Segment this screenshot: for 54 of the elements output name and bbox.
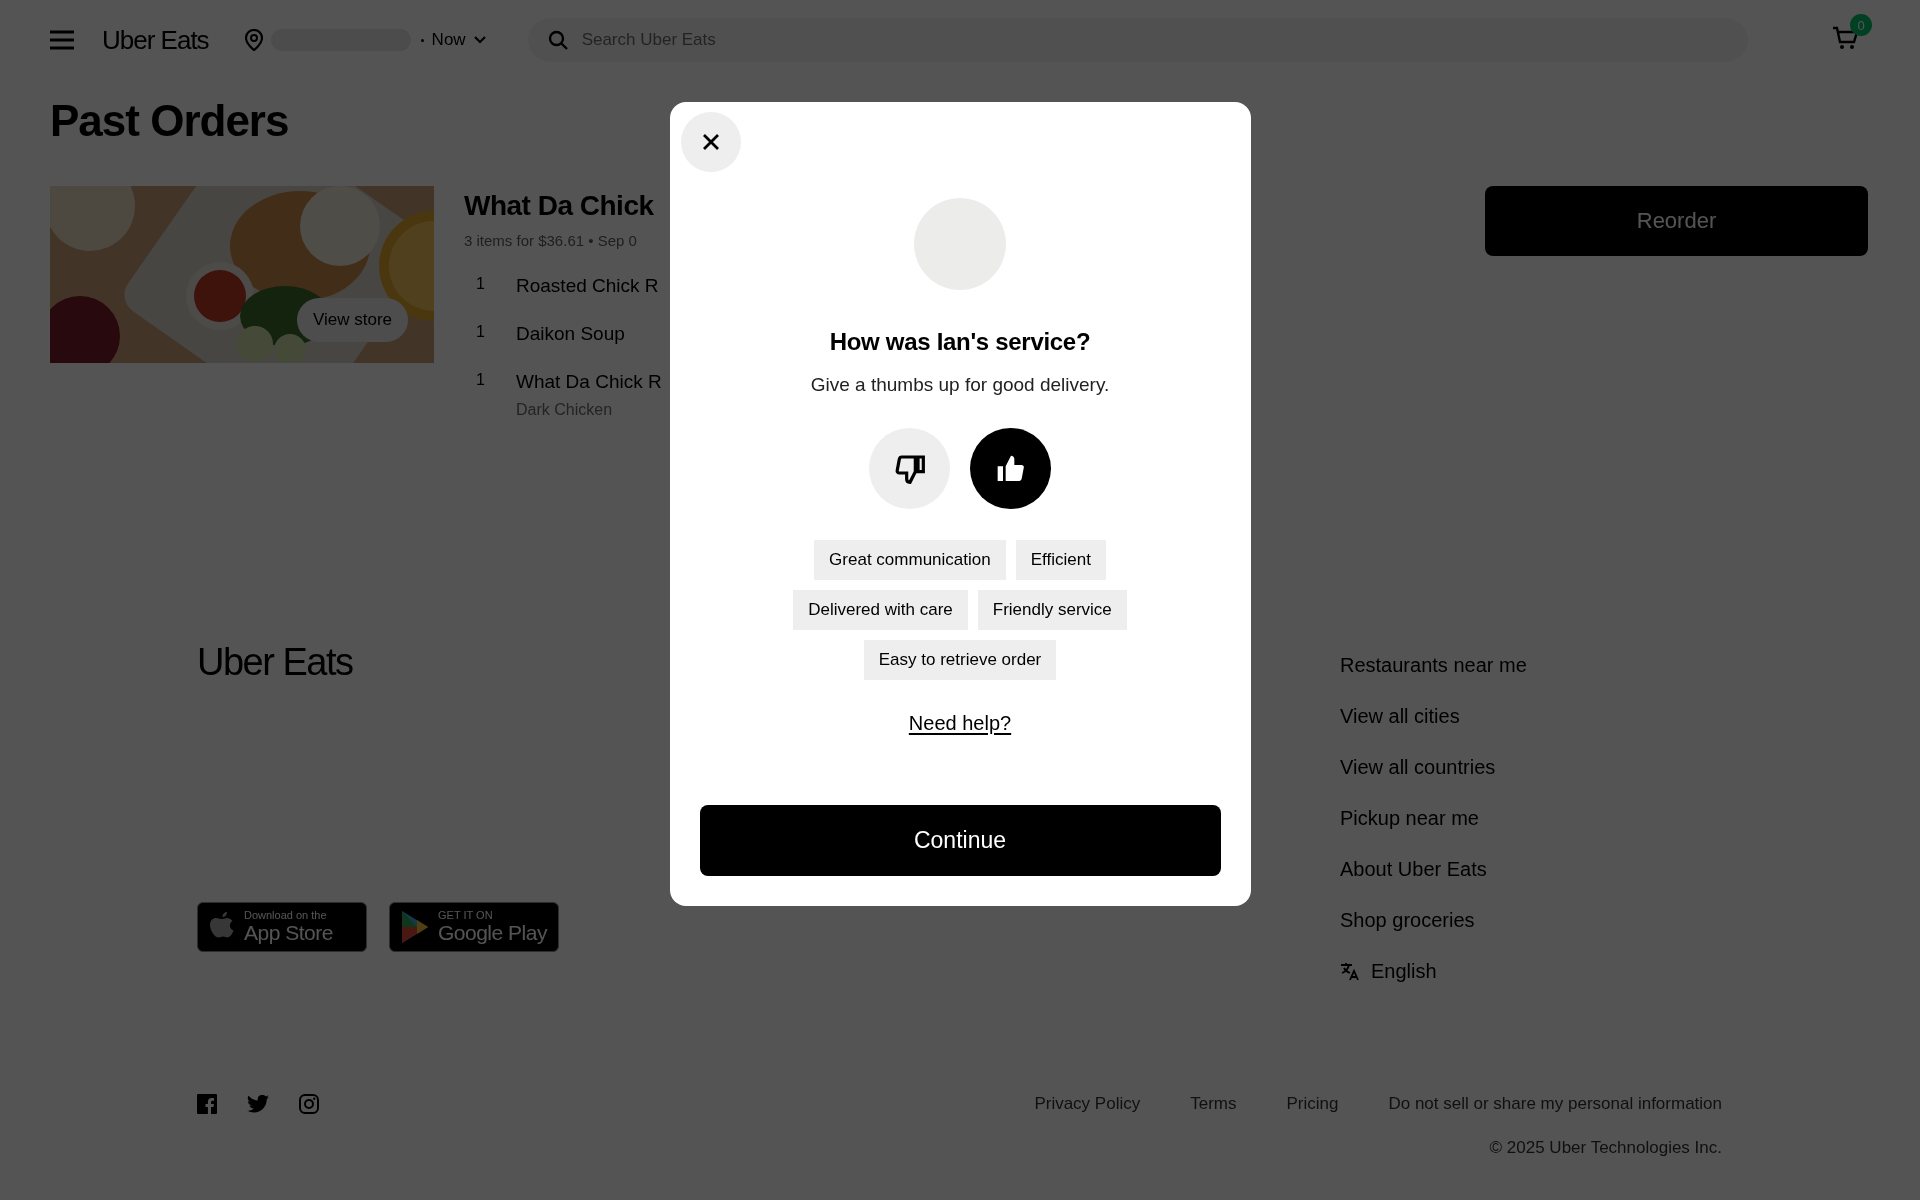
feedback-chip[interactable]: Easy to retrieve order	[863, 640, 1057, 680]
thumbs-down-icon	[893, 452, 926, 485]
search-icon	[547, 30, 568, 50]
footer-link[interactable]: Restaurants near me	[1340, 654, 1722, 676]
footer-link[interactable]: View all countries	[1340, 756, 1722, 778]
continue-button[interactable]: Continue	[699, 805, 1221, 876]
cart-icon[interactable]	[1832, 26, 1858, 50]
item-quantity: 1	[475, 275, 486, 294]
legal-link[interactable]: Privacy Policy	[1034, 1094, 1141, 1114]
dialog-subtitle: Give a thumbs up for good delivery.	[810, 374, 1110, 396]
legal-link[interactable]: Do not sell or share my personal information	[1388, 1094, 1722, 1114]
page-title: Past Orders	[50, 96, 289, 146]
app-store-badge[interactable]: GET IT ON Google Play	[389, 902, 559, 952]
language-selector[interactable]: English	[1371, 960, 1437, 982]
item-quantity: 1	[475, 371, 486, 390]
time-selector[interactable]: Now	[431, 30, 466, 50]
close-icon	[701, 133, 720, 151]
reorder-button[interactable]: Reorder	[1485, 186, 1868, 256]
footer-link[interactable]: Shop groceries	[1340, 909, 1722, 931]
instagram-icon[interactable]	[299, 1094, 319, 1114]
legal-link[interactable]: Terms	[1190, 1094, 1237, 1114]
footer-logo[interactable]: Uber Eats	[197, 641, 353, 684]
copyright: © 2025 Uber Technologies Inc.	[1489, 1138, 1722, 1158]
item-name: Roasted Chick R	[516, 275, 659, 297]
feedback-chip[interactable]: Efficient	[1015, 540, 1106, 580]
chevron-down-icon[interactable]	[473, 36, 486, 44]
facebook-icon[interactable]	[197, 1094, 217, 1114]
item-name: Daikon Soup	[516, 323, 625, 345]
logo[interactable]: Uber Eats	[102, 24, 209, 56]
play-triangle-icon	[400, 910, 430, 944]
feedback-chip[interactable]: Great communication	[814, 540, 1006, 580]
location-pin-icon[interactable]	[244, 29, 263, 51]
bird-icon[interactable]	[247, 1095, 269, 1113]
footer-link[interactable]: About Uber Eats	[1340, 858, 1722, 880]
app-store-badge[interactable]: Download on the App Store	[197, 902, 367, 952]
footer-link[interactable]: View all cities	[1340, 705, 1722, 727]
menu-icon[interactable]	[50, 30, 74, 50]
badge-store-name: Google Play	[438, 921, 547, 945]
item-name: What Da Chick R	[516, 371, 662, 393]
view-store-button[interactable]: View store	[297, 298, 409, 342]
footer-link[interactable]: Pickup near me	[1340, 807, 1722, 829]
separator-dot	[420, 38, 424, 42]
feedback-chip[interactable]: Friendly service	[977, 590, 1127, 630]
badge-store-name: App Store	[244, 921, 333, 945]
legal-link[interactable]: Pricing	[1286, 1094, 1339, 1114]
dialog-title: How was Ian's service?	[829, 328, 1091, 356]
badge-caption: GET IT ON	[438, 909, 494, 921]
translate-icon	[1340, 961, 1360, 981]
feedback-chip[interactable]: Delivered with care	[793, 590, 968, 630]
item-quantity: 1	[475, 323, 486, 342]
cart-count-badge: 0	[1850, 14, 1872, 36]
store-name[interactable]: What Da Chick	[464, 190, 664, 222]
badge-caption: Download on the	[244, 909, 328, 921]
help-link[interactable]: Need help?	[908, 712, 1012, 735]
